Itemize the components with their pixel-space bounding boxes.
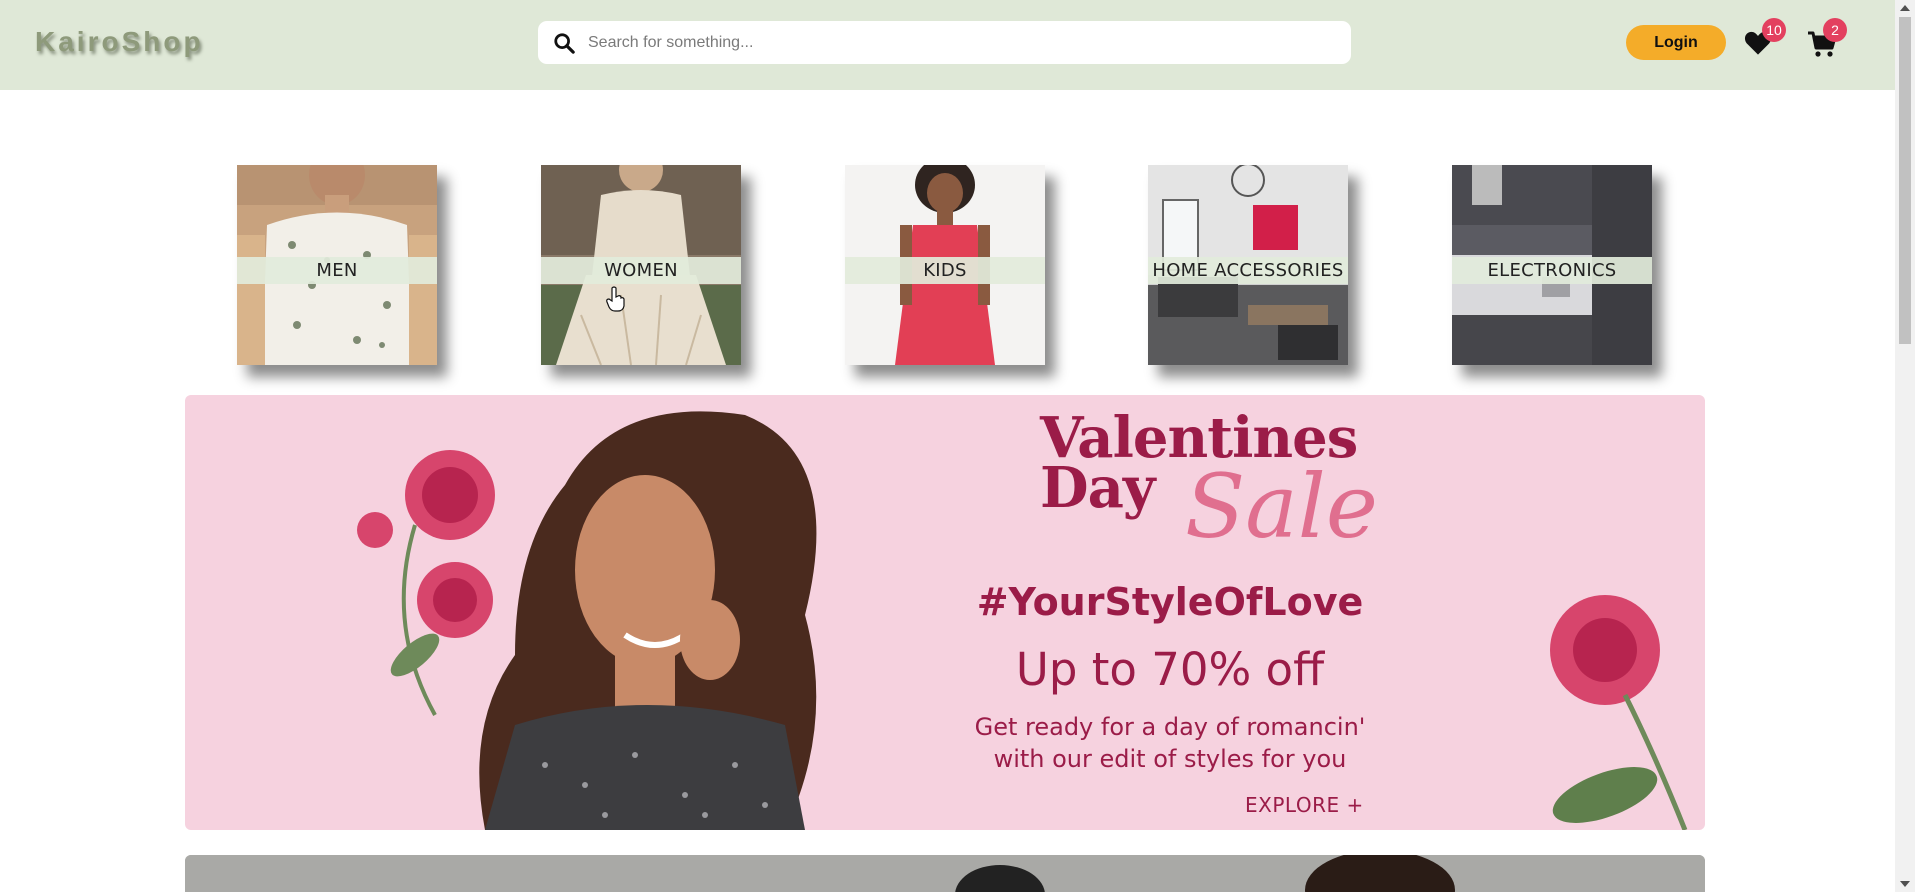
category-label: WOMEN	[541, 257, 741, 284]
wishlist-count-badge: 10	[1762, 18, 1786, 42]
category-label: MEN	[237, 257, 437, 284]
hand-cursor-icon	[606, 286, 625, 312]
cart-button[interactable]: 2	[1807, 18, 1847, 58]
category-label: HOME ACCESSORIES	[1148, 257, 1348, 284]
banner-subtitle-line2: with our edit of styles for you	[993, 745, 1347, 773]
vertical-scrollbar[interactable]	[1895, 0, 1915, 892]
valentines-sale-banner[interactable]: Valentines Day Sale #YourStyleOfLove Up …	[185, 395, 1705, 830]
site-logo[interactable]: KairoShop	[35, 26, 204, 58]
category-kids[interactable]: KIDS	[845, 165, 1045, 365]
scroll-up-arrow-icon[interactable]	[1900, 5, 1910, 11]
banner-offer: Up to 70% off	[1015, 643, 1325, 696]
top-header: KairoShop Login 10 2	[0, 0, 1895, 90]
banner-subtitle-line1: Get ready for a day of romancin'	[974, 713, 1366, 741]
search-bar[interactable]	[538, 21, 1351, 64]
scroll-down-arrow-icon[interactable]	[1900, 881, 1910, 887]
secondary-banner[interactable]	[185, 855, 1705, 892]
scrollbar-thumb[interactable]	[1899, 17, 1911, 344]
banner-hashtag: #YourStyleOfLove	[976, 580, 1364, 624]
peony-flower-icon	[357, 450, 495, 716]
category-label: ELECTRONICS	[1452, 257, 1652, 284]
banner-explore-link[interactable]: EXPLORE +	[1245, 793, 1405, 817]
secondary-banner-image	[185, 855, 1705, 892]
cart-count-badge: 2	[1823, 18, 1847, 42]
peony-flower-icon	[1550, 595, 1688, 830]
search-icon[interactable]	[553, 32, 575, 54]
category-label: KIDS	[845, 257, 1045, 284]
search-input[interactable]	[588, 33, 1328, 52]
model-portrait	[479, 411, 817, 830]
wishlist-button[interactable]: 10	[1744, 18, 1786, 58]
category-home-accessories[interactable]: HOME ACCESSORIES	[1148, 165, 1348, 365]
category-women[interactable]: WOMEN	[541, 165, 741, 365]
category-electronics[interactable]: ELECTRONICS	[1452, 165, 1652, 365]
page: KairoShop Login 10 2	[0, 0, 1915, 892]
login-button[interactable]: Login	[1626, 25, 1726, 60]
category-men[interactable]: MEN	[237, 165, 437, 365]
banner-title-line2: Day	[1040, 455, 1155, 521]
banner-title-script: Sale	[1185, 455, 1378, 558]
